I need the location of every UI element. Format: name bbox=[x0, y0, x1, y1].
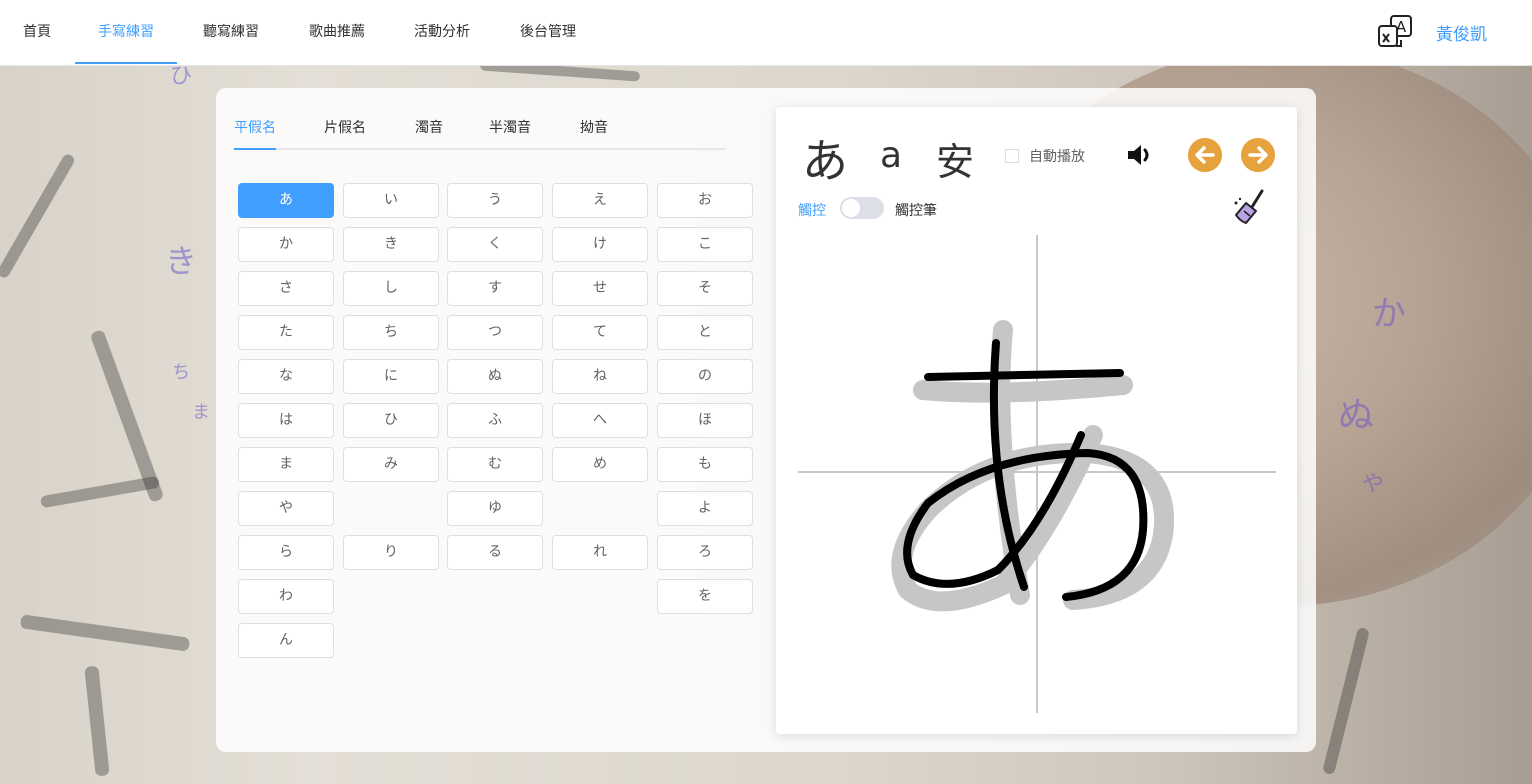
kana-button[interactable]: た bbox=[238, 315, 334, 350]
kana-button[interactable]: ら bbox=[238, 535, 334, 570]
kana-button[interactable]: さ bbox=[238, 271, 334, 306]
nav-home[interactable]: 首頁 bbox=[0, 0, 74, 64]
translate-icon[interactable]: A bbox=[1377, 14, 1413, 50]
kana-button[interactable]: め bbox=[552, 447, 648, 482]
arrow-left-icon[interactable] bbox=[1188, 138, 1222, 172]
speaker-icon[interactable] bbox=[1125, 140, 1155, 170]
tab-youon[interactable]: 拗音 bbox=[580, 116, 608, 150]
nav-song-recommendation[interactable]: 歌曲推薦 bbox=[286, 0, 388, 64]
kana-button[interactable]: ぬ bbox=[447, 359, 543, 394]
arrow-right-icon[interactable] bbox=[1241, 138, 1275, 172]
kana-button[interactable]: す bbox=[447, 271, 543, 306]
nav-activity-analysis[interactable]: 活動分析 bbox=[391, 0, 493, 64]
kana-button[interactable]: み bbox=[343, 447, 439, 482]
kana-button[interactable]: か bbox=[238, 227, 334, 262]
kana-button[interactable]: て bbox=[552, 315, 648, 350]
kana-button[interactable]: ゆ bbox=[447, 491, 543, 526]
auto-play-checkbox[interactable]: 自動播放 bbox=[1005, 146, 1085, 166]
kana-button[interactable]: け bbox=[552, 227, 648, 262]
nav-handwriting-practice[interactable]: 手寫練習 bbox=[75, 0, 177, 64]
background-kana: き bbox=[165, 242, 198, 280]
writing-card: あ a 安 自動播放 觸控 觸控筆 bbox=[776, 107, 1297, 734]
kana-button[interactable]: と bbox=[657, 315, 753, 350]
kana-button[interactable]: を bbox=[657, 579, 753, 614]
background-kana: か bbox=[1372, 294, 1406, 334]
tab-katakana[interactable]: 片假名 bbox=[324, 116, 366, 150]
kana-button[interactable]: に bbox=[343, 359, 439, 394]
kana-button[interactable]: う bbox=[447, 183, 543, 218]
user-name-link[interactable]: 黃俊凱 bbox=[1436, 20, 1487, 45]
kana-button[interactable]: な bbox=[238, 359, 334, 394]
kana-button[interactable]: は bbox=[238, 403, 334, 438]
kana-button[interactable]: ち bbox=[343, 315, 439, 350]
background-kana: ひ bbox=[170, 66, 193, 89]
kana-button[interactable]: え bbox=[552, 183, 648, 218]
kana-button[interactable]: わ bbox=[238, 579, 334, 614]
kana-button[interactable]: お bbox=[657, 183, 753, 218]
kana-button[interactable]: ほ bbox=[657, 403, 753, 438]
tab-hiragana[interactable]: 平假名 bbox=[234, 116, 276, 150]
kana-button[interactable]: く bbox=[447, 227, 543, 262]
kana-button[interactable]: ふ bbox=[447, 403, 543, 438]
broom-icon[interactable] bbox=[1232, 189, 1268, 227]
stylus-mode-label: 觸控筆 bbox=[895, 203, 937, 219]
kana-button[interactable]: そ bbox=[657, 271, 753, 306]
background-brush-stroke bbox=[39, 475, 161, 509]
background-kana: ぬ bbox=[1338, 395, 1375, 436]
kana-button[interactable]: ね bbox=[552, 359, 648, 394]
kana-button[interactable]: ろ bbox=[657, 535, 753, 570]
background-brush-stroke bbox=[1322, 626, 1370, 776]
background-brush-stroke bbox=[19, 614, 191, 652]
background-brush-stroke bbox=[479, 66, 641, 82]
current-romaji: a bbox=[880, 135, 903, 176]
kana-button[interactable]: る bbox=[447, 535, 543, 570]
checkbox-box[interactable] bbox=[1005, 149, 1019, 163]
handwriting-canvas[interactable] bbox=[798, 235, 1276, 713]
kana-button[interactable]: せ bbox=[552, 271, 648, 306]
kana-button[interactable]: し bbox=[343, 271, 439, 306]
auto-play-label: 自動播放 bbox=[1029, 149, 1085, 165]
background-brush-stroke bbox=[0, 152, 77, 280]
kana-button[interactable]: も bbox=[657, 447, 753, 482]
background-kana: や bbox=[1362, 472, 1385, 497]
kana-button[interactable]: ん bbox=[238, 623, 334, 658]
touch-mode-label: 觸控 bbox=[798, 203, 826, 219]
top-navigation-bar: 首頁 手寫練習 聽寫練習 歌曲推薦 活動分析 後台管理 A 黃俊凱 bbox=[0, 0, 1532, 66]
practice-panel: 平假名 片假名 濁音 半濁音 拗音 あいうえおかきくけこさしすせそたちつてとなに… bbox=[216, 88, 1316, 752]
kana-button[interactable]: の bbox=[657, 359, 753, 394]
kana-button[interactable]: き bbox=[343, 227, 439, 262]
current-kanji-origin: 安 bbox=[936, 140, 975, 184]
background-kana: ち bbox=[172, 362, 190, 383]
background-brush-stroke bbox=[84, 665, 110, 777]
nav-dictation-practice[interactable]: 聽寫練習 bbox=[180, 0, 282, 64]
background-kana: ま bbox=[192, 402, 210, 423]
kana-button[interactable]: や bbox=[238, 491, 334, 526]
kana-button[interactable]: ひ bbox=[343, 403, 439, 438]
tab-dakuon[interactable]: 濁音 bbox=[415, 116, 443, 150]
kana-button[interactable]: よ bbox=[657, 491, 753, 526]
tab-handakuon[interactable]: 半濁音 bbox=[489, 116, 531, 150]
kana-button[interactable]: あ bbox=[238, 183, 334, 218]
switch-knob bbox=[842, 199, 860, 217]
kana-button[interactable]: れ bbox=[552, 535, 648, 570]
current-kana: あ bbox=[802, 134, 848, 188]
kana-button[interactable]: こ bbox=[657, 227, 753, 262]
kana-button[interactable]: へ bbox=[552, 403, 648, 438]
kana-button[interactable]: り bbox=[343, 535, 439, 570]
kana-button[interactable]: む bbox=[447, 447, 543, 482]
kana-button[interactable]: い bbox=[343, 183, 439, 218]
pen-mode-switch[interactable] bbox=[840, 197, 884, 219]
kana-type-tabs: 平假名 片假名 濁音 半濁音 拗音 bbox=[234, 116, 726, 150]
kana-button[interactable]: つ bbox=[447, 315, 543, 350]
kana-button[interactable]: ま bbox=[238, 447, 334, 482]
nav-admin[interactable]: 後台管理 bbox=[497, 0, 599, 64]
